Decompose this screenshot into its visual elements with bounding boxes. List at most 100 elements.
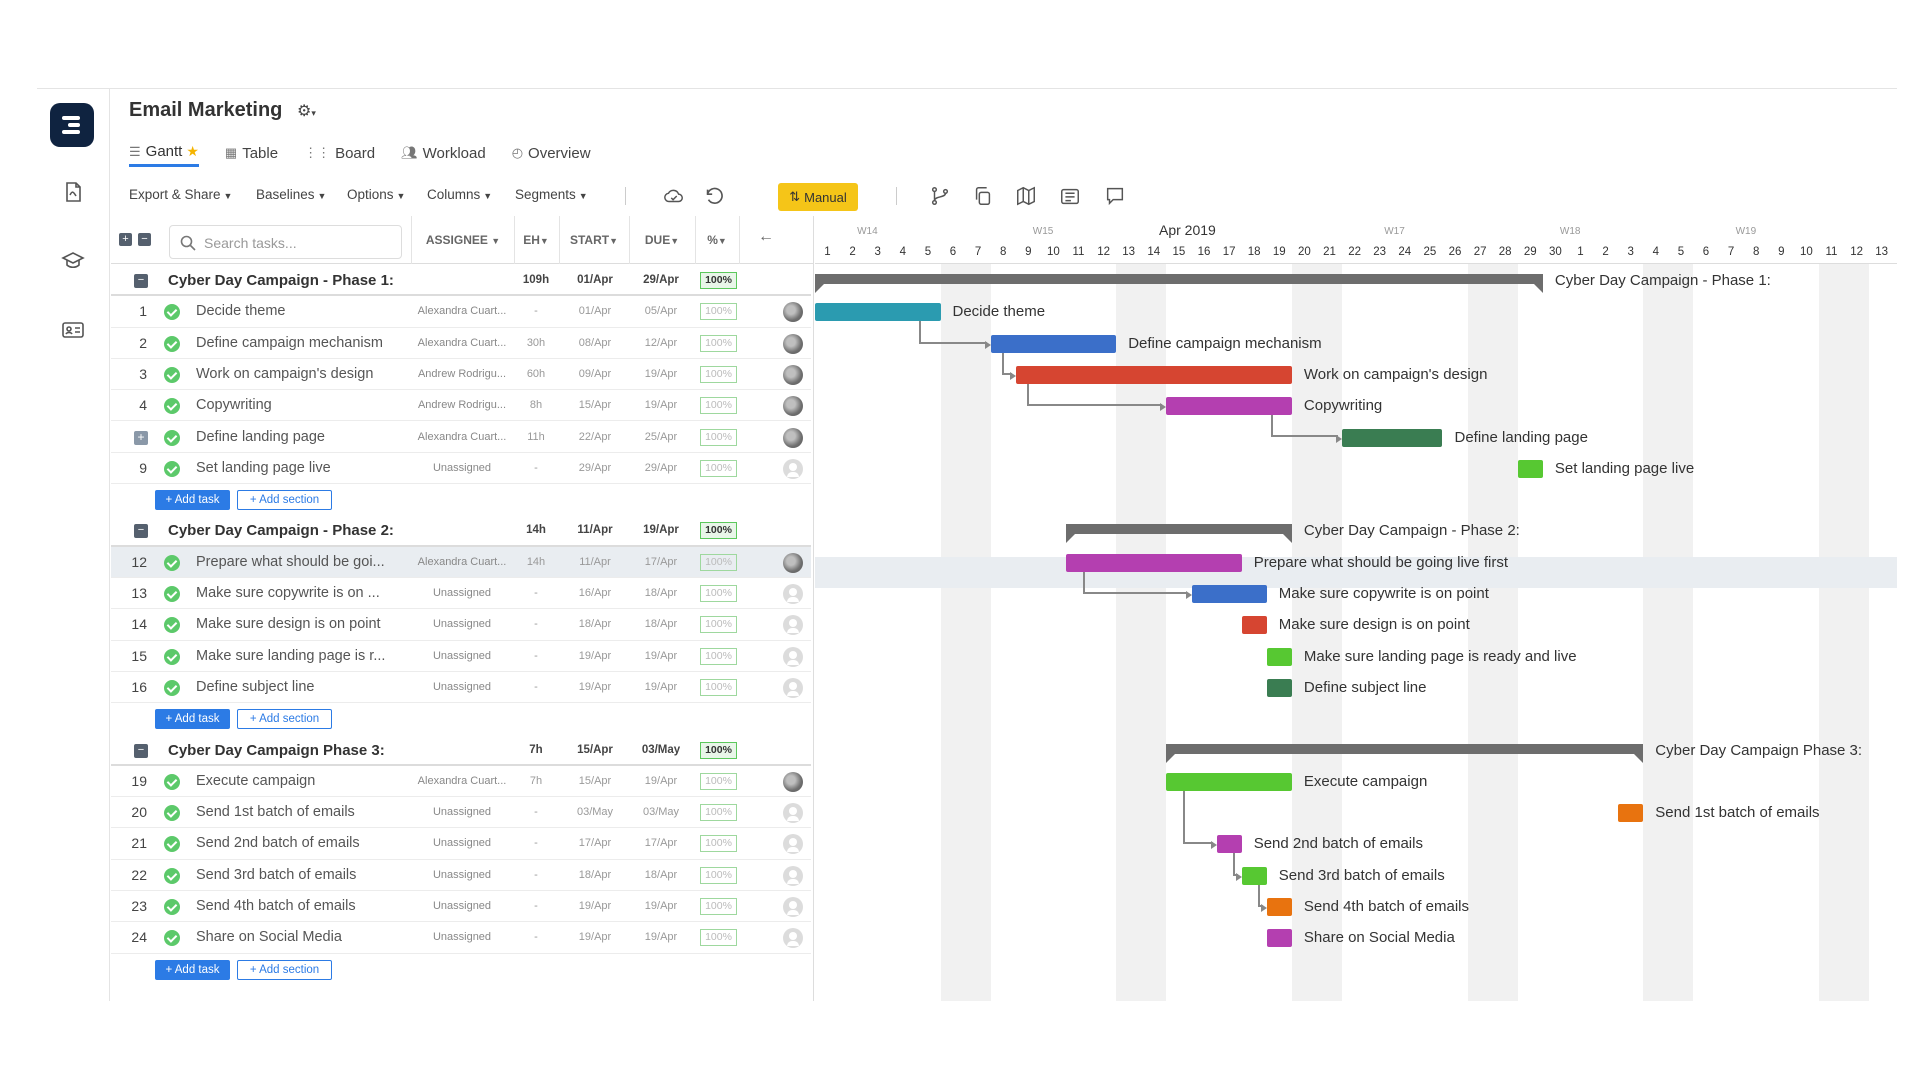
task-due-date[interactable]: 17/Apr — [629, 828, 693, 859]
section-summary-bar[interactable] — [1066, 524, 1292, 544]
task-estimated-hours[interactable]: - — [516, 797, 556, 828]
task-complete-checkmark-icon[interactable] — [164, 805, 180, 822]
task-progress[interactable]: 100% — [700, 303, 737, 321]
task-complete-checkmark-icon[interactable] — [164, 335, 180, 352]
table-row[interactable]: 15 Make sure landing page is r... Unassign… — [111, 641, 811, 672]
table-row[interactable]: 12 Prepare what should be goi... Alexandra… — [111, 546, 811, 578]
task-start-date[interactable]: 11/Apr — [563, 547, 627, 578]
task-complete-checkmark-icon[interactable] — [164, 836, 180, 853]
task-progress[interactable]: 100% — [700, 929, 737, 947]
assignee-avatar[interactable] — [783, 396, 803, 417]
add-task-button[interactable]: + Add task — [155, 490, 230, 511]
task-progress[interactable]: 100% — [700, 397, 737, 415]
assignee-avatar[interactable] — [783, 865, 803, 886]
task-assignee[interactable]: Andrew Rodrigu... — [413, 390, 511, 421]
column-header-eh[interactable]: EH▼ — [515, 233, 557, 247]
task-complete-checkmark-icon[interactable] — [164, 930, 180, 947]
task-name[interactable]: Make sure copywrite is on ... — [196, 578, 401, 609]
assignee-avatar[interactable] — [783, 803, 803, 824]
task-estimated-hours[interactable]: - — [516, 609, 556, 640]
task-assignee[interactable]: Andrew Rodrigu... — [413, 359, 511, 390]
task-bar[interactable] — [1618, 804, 1644, 823]
assignee-avatar[interactable] — [783, 677, 803, 698]
task-name[interactable]: Define campaign mechanism — [196, 328, 401, 359]
task-name[interactable]: Prepare what should be goi... — [196, 547, 401, 578]
task-due-date[interactable]: 12/Apr — [629, 328, 693, 359]
task-assignee[interactable]: Unassigned — [413, 672, 511, 703]
task-name[interactable]: Make sure landing page is r... — [196, 641, 401, 672]
collapse-grid-arrow-icon[interactable]: ← — [751, 228, 781, 246]
task-complete-checkmark-icon[interactable] — [164, 586, 180, 602]
add-section-button[interactable]: + Add section — [237, 959, 332, 980]
task-due-date[interactable]: 17/Apr — [629, 547, 693, 578]
task-progress[interactable]: 100% — [700, 804, 737, 822]
table-row[interactable]: 16 Define subject line Unassigned -19/Apr 19… — [111, 672, 811, 704]
task-name[interactable]: Make sure design is on point — [196, 609, 401, 640]
expand-subtasks-icon[interactable]: + — [134, 430, 148, 445]
task-assignee[interactable]: Unassigned — [413, 797, 511, 828]
task-start-date[interactable]: 19/Apr — [563, 672, 627, 703]
table-row[interactable]: 4 Copywriting Andrew Rodrigu... 8h 15/Apr 19/… — [111, 390, 811, 422]
task-bar[interactable] — [1266, 678, 1292, 697]
section-summary-bar[interactable] — [1166, 743, 1644, 763]
comment-icon[interactable] — [1104, 185, 1126, 207]
segments-menu[interactable]: Segments ▼ — [515, 187, 588, 202]
task-progress[interactable]: 100% — [700, 835, 737, 853]
print-icon[interactable] — [1059, 185, 1081, 207]
task-start-date[interactable]: 19/Apr — [563, 922, 627, 953]
export-share-menu[interactable]: Export & Share ▼ — [129, 187, 232, 202]
task-progress[interactable]: 100% — [700, 898, 737, 915]
critical-path-icon[interactable] — [929, 185, 951, 207]
tab-gantt[interactable]: ☰ Gantt ★ — [129, 139, 199, 167]
task-start-date[interactable]: 01/Apr — [563, 296, 627, 327]
section-collapse-icon[interactable]: − — [134, 743, 148, 758]
task-assignee[interactable]: Alexandra Cuart... — [413, 296, 511, 327]
table-row[interactable]: 13 Make sure copywrite is on ... Unassigne… — [111, 578, 811, 610]
collapse-all-icon[interactable]: − — [138, 233, 151, 246]
task-start-date[interactable]: 17/Apr — [563, 828, 627, 859]
task-due-date[interactable]: 18/Apr — [629, 578, 693, 609]
task-bar[interactable] — [1166, 772, 1292, 791]
map-icon[interactable] — [1015, 185, 1037, 207]
task-start-date[interactable]: 19/Apr — [563, 891, 627, 922]
task-start-date[interactable]: 15/Apr — [563, 390, 627, 421]
task-bar[interactable] — [1241, 616, 1267, 635]
table-row[interactable]: 21 Send 2nd batch of emails Unassigned -17/… — [111, 828, 811, 860]
task-name[interactable]: Define landing page — [196, 422, 401, 453]
assignee-avatar[interactable] — [783, 364, 803, 385]
table-row[interactable]: 1 Decide theme Alexandra Cuart... -01/Apr 05… — [111, 296, 811, 328]
table-row[interactable]: 23 Send 4th batch of emails Unassigned -19/… — [111, 891, 811, 923]
task-assignee[interactable]: Unassigned — [413, 860, 511, 891]
tab-workload[interactable]: 👥︎ Workload — [401, 139, 486, 167]
task-bar[interactable] — [1266, 898, 1292, 916]
task-bar[interactable] — [1166, 397, 1292, 416]
cloud-save-icon[interactable] — [663, 185, 685, 207]
task-name[interactable]: Decide theme — [196, 296, 401, 327]
task-assignee[interactable]: Alexandra Cuart... — [413, 766, 511, 797]
table-row[interactable]: + Define landing page Alexandra Cuart... 11… — [111, 422, 811, 453]
task-assignee[interactable]: Unassigned — [413, 891, 511, 922]
table-row[interactable]: 9 Set landing page live Unassigned -29/Apr 2… — [111, 453, 811, 485]
document-icon[interactable] — [61, 180, 85, 204]
add-section-button[interactable]: + Add section — [237, 709, 332, 730]
assignee-avatar[interactable] — [783, 584, 803, 604]
task-complete-checkmark-icon[interactable] — [164, 899, 180, 915]
task-name[interactable]: Send 4th batch of emails — [196, 891, 401, 922]
task-estimated-hours[interactable]: 30h — [516, 328, 556, 359]
task-complete-checkmark-icon[interactable] — [164, 429, 180, 446]
task-bar[interactable] — [1015, 365, 1292, 384]
task-bar[interactable] — [1216, 835, 1242, 854]
table-row[interactable]: 3 Work on campaign's design Andrew Rodrigu… — [111, 359, 811, 391]
task-estimated-hours[interactable]: - — [516, 922, 556, 953]
task-name[interactable]: Send 3rd batch of emails — [196, 860, 401, 891]
task-assignee[interactable]: Alexandra Cuart... — [413, 328, 511, 359]
task-complete-checkmark-icon[interactable] — [164, 617, 180, 634]
undo-icon[interactable] — [703, 185, 725, 207]
task-complete-checkmark-icon[interactable] — [164, 867, 180, 884]
column-header-due[interactable]: DUE▼ — [631, 233, 693, 247]
task-start-date[interactable]: 15/Apr — [563, 766, 627, 797]
section-collapse-icon[interactable]: − — [134, 274, 148, 288]
manual-scheduling-button[interactable]: ⇅ Manual — [778, 183, 858, 211]
task-start-date[interactable]: 19/Apr — [563, 641, 627, 672]
task-name[interactable]: Define subject line — [196, 672, 401, 703]
